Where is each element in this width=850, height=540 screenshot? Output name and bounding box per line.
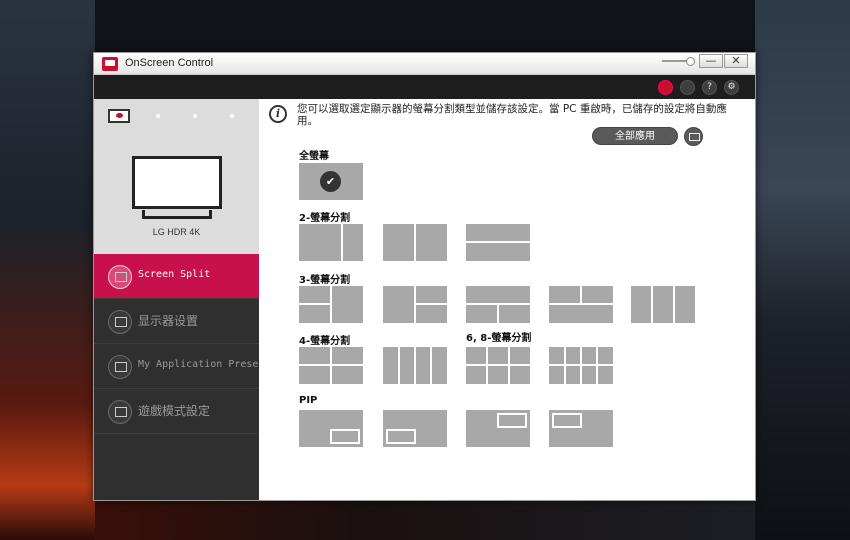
- display-icon[interactable]: [680, 80, 695, 95]
- layout-3-split-top-full[interactable]: [466, 286, 530, 323]
- layout-4-split-columns[interactable]: [383, 347, 447, 384]
- toolbar: ? ⚙: [94, 75, 755, 99]
- page-dot[interactable]: [156, 114, 160, 118]
- layout-full-screen[interactable]: ✔: [299, 163, 363, 200]
- info-icon: i: [269, 105, 287, 123]
- section-3-split: 3-螢幕分割: [299, 275, 351, 286]
- page-dot[interactable]: [193, 114, 197, 118]
- sidebar-item-monitor-settings[interactable]: 显示器设置: [94, 299, 259, 344]
- screen-split-icon: [108, 265, 132, 289]
- sidebar-item-label: My Application Preset: [138, 359, 265, 370]
- monitor-selector: LG HDR 4K: [94, 99, 259, 254]
- desktop-wallpaper-bottom: [95, 500, 755, 540]
- desktop-wallpaper-right: [755, 0, 850, 540]
- sidebar: LG HDR 4K Screen Split 显示器设置 My Applicat…: [94, 99, 264, 500]
- app-preset-icon: [108, 355, 132, 379]
- sidebar-item-app-preset[interactable]: My Application Preset: [94, 344, 264, 389]
- section-2-split: 2-螢幕分割: [299, 213, 351, 224]
- sidebar-item-label: 遊戲模式設定: [138, 404, 211, 418]
- section-6-8-split: 6, 8-螢幕分割: [466, 333, 532, 344]
- minimize-button[interactable]: —: [699, 54, 723, 68]
- apply-monitor-icon[interactable]: [684, 127, 703, 146]
- close-button[interactable]: ✕: [724, 54, 748, 68]
- desktop-wallpaper-left: [0, 0, 95, 540]
- layout-pip-bottom-left[interactable]: [383, 410, 447, 447]
- layout-4-split-grid[interactable]: [299, 347, 363, 384]
- sidebar-item-label: 显示器设置: [138, 314, 199, 328]
- onscreen-control-window: OnScreen Control — ✕ ? ⚙ LG HDR 4K Scree…: [93, 52, 756, 501]
- layout-pip-bottom-right[interactable]: [299, 410, 363, 447]
- layout-3-split-bottom-full[interactable]: [549, 286, 613, 323]
- title-bar[interactable]: OnScreen Control — ✕: [94, 53, 755, 75]
- layout-2-split-wide-left[interactable]: [299, 224, 363, 261]
- layout-6-split[interactable]: [466, 347, 530, 384]
- selected-check-icon: ✔: [320, 171, 341, 192]
- gamepad-icon: [108, 400, 132, 424]
- layout-2-split-horizontal[interactable]: [466, 224, 530, 261]
- sidebar-item-game-mode[interactable]: 遊戲模式設定: [94, 389, 259, 434]
- sidebar-item-screen-split[interactable]: Screen Split: [94, 254, 259, 299]
- monitor-icon[interactable]: [132, 156, 222, 209]
- layout-8-split[interactable]: [549, 347, 613, 384]
- monitor-stand-icon: [142, 210, 212, 219]
- monitor-thumbnail-icon[interactable]: [108, 109, 130, 123]
- layout-2-split-vertical[interactable]: [383, 224, 447, 261]
- screen-split-panel: i 您可以選取選定顯示器的螢幕分割類型並儲存該設定。當 PC 重啟時，已儲存的設…: [259, 99, 755, 500]
- layout-pip-top-left[interactable]: [549, 410, 613, 447]
- apply-all-button[interactable]: 全部應用: [592, 127, 678, 145]
- sidebar-item-label: Screen Split: [138, 269, 211, 280]
- monitor-settings-icon: [108, 310, 132, 334]
- help-icon[interactable]: ?: [702, 80, 717, 95]
- settings-icon[interactable]: ⚙: [724, 80, 739, 95]
- page-dot[interactable]: [230, 114, 234, 118]
- window-title: OnScreen Control: [125, 57, 214, 69]
- layout-3-split-right-stack[interactable]: [383, 286, 447, 323]
- layout-3-split-columns[interactable]: [631, 286, 695, 323]
- layout-pip-top-right[interactable]: [466, 410, 530, 447]
- section-4-split: 4-螢幕分割: [299, 336, 351, 347]
- cursor-icon[interactable]: [658, 80, 673, 95]
- section-pip: PIP: [299, 395, 318, 406]
- layout-3-split-left-stack[interactable]: [299, 286, 363, 323]
- monitor-name: LG HDR 4K: [152, 227, 201, 237]
- app-logo-icon: [102, 57, 118, 71]
- info-text: 您可以選取選定顯示器的螢幕分割類型並儲存該設定。當 PC 重啟時，已儲存的設定將…: [297, 103, 727, 127]
- section-full-screen: 全螢幕: [299, 151, 329, 162]
- transparency-slider[interactable]: [662, 57, 695, 66]
